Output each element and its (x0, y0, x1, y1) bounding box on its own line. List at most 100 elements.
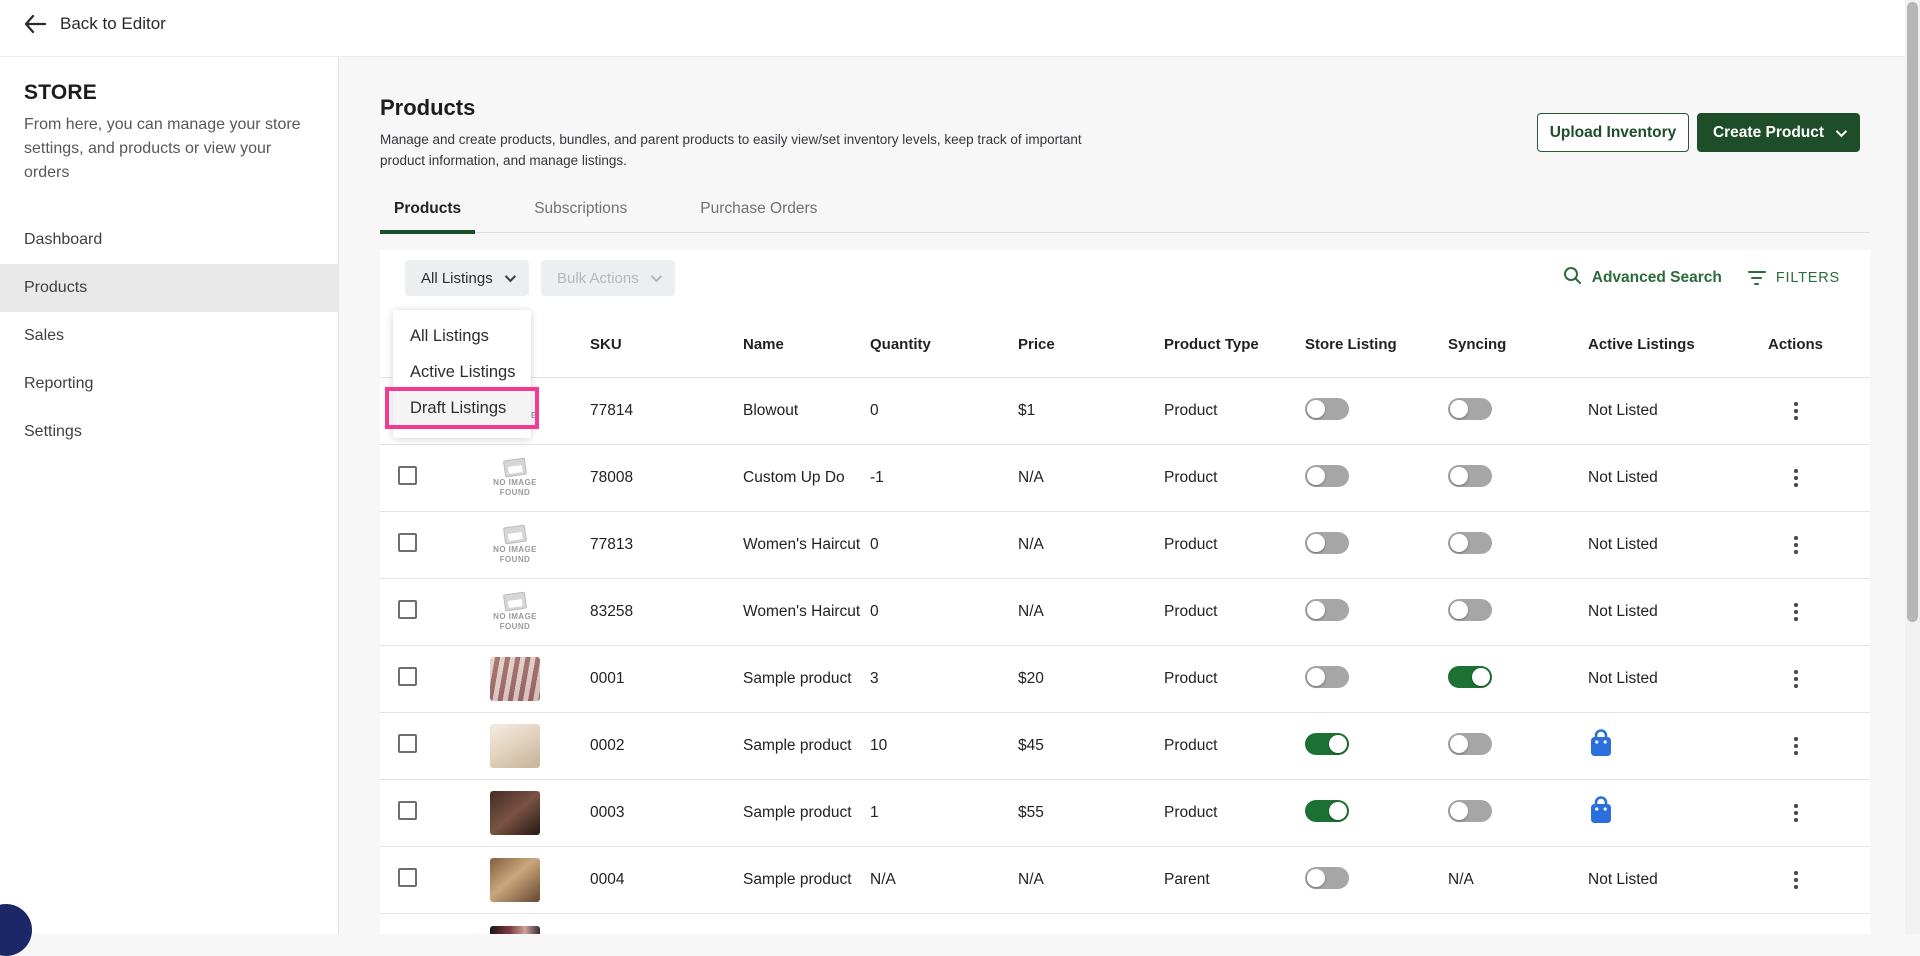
active-listings-cell: Not Listed (1588, 871, 1768, 889)
store-listing-cell (1305, 532, 1448, 559)
syncing-toggle[interactable] (1448, 465, 1492, 487)
dropdown-option-draft-listings[interactable]: Draft Listings (393, 390, 531, 426)
store-listing-cell (1305, 465, 1448, 492)
row-actions-kebab-menu[interactable] (1786, 603, 1806, 621)
sidebar-nav: DashboardProductsSalesReportingSettings (0, 216, 339, 456)
syncing-cell (1448, 532, 1588, 559)
sidebar-item-reporting[interactable]: Reporting (0, 360, 339, 408)
store-listing-toggle[interactable] (1305, 532, 1349, 554)
table-row: 0004 Sample product N/A N/A Parent N/A N… (380, 847, 1870, 914)
image-icon (503, 524, 527, 544)
row-checkbox[interactable] (398, 801, 417, 820)
price-cell: $20 (1018, 670, 1164, 688)
store-listing-toggle[interactable] (1305, 599, 1349, 621)
tab-products[interactable]: Products (380, 196, 475, 233)
sidebar: STORE From here, you can manage your sto… (0, 57, 339, 934)
filters-button[interactable]: FILTERS (1748, 270, 1840, 286)
bulk-actions-dropdown[interactable]: Bulk Actions (541, 260, 675, 296)
store-listing-toggle[interactable] (1305, 867, 1349, 889)
listings-filter-label: All Listings (421, 270, 493, 287)
row-actions-kebab-menu[interactable] (1786, 871, 1806, 889)
scrollbar-thumb[interactable] (1907, 2, 1918, 622)
syncing-toggle[interactable] (1448, 599, 1492, 621)
upload-inventory-button[interactable]: Upload Inventory (1537, 113, 1689, 152)
store-listing-toggle[interactable] (1305, 398, 1349, 420)
back-to-editor-label: Back to Editor (60, 14, 166, 34)
syncing-toggle[interactable] (1448, 733, 1492, 755)
product-thumbnail (440, 724, 590, 768)
row-actions-kebab-menu[interactable] (1786, 804, 1806, 822)
sidebar-description: From here, you can manage your store set… (24, 113, 312, 185)
price-cell: N/A (1018, 469, 1164, 487)
row-actions-kebab-menu[interactable] (1786, 670, 1806, 688)
row-checkbox[interactable] (398, 600, 417, 619)
row-checkbox[interactable] (398, 466, 417, 485)
quantity-cell: 10 (870, 737, 1018, 755)
sidebar-item-products[interactable]: Products (0, 264, 339, 312)
advanced-search-button[interactable]: Advanced Search (1563, 266, 1722, 290)
name-cell: Custom Up Do (743, 469, 870, 487)
quantity-cell: N/A (870, 871, 1018, 889)
store-listing-cell (1305, 599, 1448, 626)
sku-cell: 83258 (590, 603, 743, 621)
tab-subscriptions[interactable]: Subscriptions (520, 196, 641, 233)
syncing-toggle[interactable] (1448, 398, 1492, 420)
price-cell: N/A (1018, 536, 1164, 554)
price-cell: $45 (1018, 737, 1164, 755)
chevron-down-icon (1836, 125, 1847, 136)
window-scrollbar[interactable] (1905, 0, 1920, 934)
row-actions-kebab-menu[interactable] (1786, 469, 1806, 487)
sidebar-item-dashboard[interactable]: Dashboard (0, 216, 339, 264)
page-description: Manage and create products, bundles, and… (380, 129, 1092, 171)
row-checkbox[interactable] (398, 667, 417, 686)
quantity-cell: 3 (870, 670, 1018, 688)
quantity-cell: -1 (870, 469, 1018, 487)
active-listings-cell: Not Listed (1588, 603, 1768, 621)
active-listings-cell: Not Listed (1588, 402, 1768, 420)
dropdown-option-all-listings[interactable]: All Listings (393, 318, 531, 354)
active-listings-label: Not Listed (1588, 402, 1658, 419)
no-image-placeholder: NO IMAGE FOUND (487, 526, 543, 565)
listings-dropdown-menu: All ListingsActive ListingsDraft Listing… (393, 310, 531, 438)
store-listing-toggle[interactable] (1305, 733, 1349, 755)
quantity-cell: 0 (870, 603, 1018, 621)
sku-cell: 77813 (590, 536, 743, 554)
sidebar-item-settings[interactable]: Settings (0, 408, 339, 456)
row-actions-kebab-menu[interactable] (1786, 402, 1806, 420)
tab-purchase-orders[interactable]: Purchase Orders (686, 196, 831, 233)
dropdown-option-active-listings[interactable]: Active Listings (393, 354, 531, 390)
table-row: NO IMAGE FOUND 83258 Women's Haircut 0 N… (380, 579, 1870, 646)
products-panel: All Listings Bulk Actions Advanced Searc… (380, 250, 1870, 934)
table-row: NO IMAGE FOUND 77813 Women's Haircut 0 N… (380, 512, 1870, 579)
syncing-toggle[interactable] (1448, 800, 1492, 822)
product-photo (490, 724, 540, 768)
sidebar-item-sales[interactable]: Sales (0, 312, 339, 360)
row-checkbox[interactable] (398, 533, 417, 552)
row-actions-kebab-menu[interactable] (1786, 737, 1806, 755)
store-listing-toggle[interactable] (1305, 800, 1349, 822)
store-listing-cell (1305, 733, 1448, 760)
advanced-search-label: Advanced Search (1592, 269, 1722, 287)
syncing-cell (1448, 733, 1588, 760)
store-listing-toggle[interactable] (1305, 465, 1349, 487)
row-checkbox[interactable] (398, 868, 417, 887)
search-icon (1563, 266, 1582, 290)
active-listings-label: Not Listed (1588, 536, 1658, 553)
back-to-editor-button[interactable]: Back to Editor (24, 14, 166, 34)
create-product-button[interactable]: Create Product (1697, 113, 1860, 152)
store-listing-toggle[interactable] (1305, 666, 1349, 688)
product-thumbnail: NO IMAGE FOUND (440, 593, 590, 632)
sku-cell: 0002 (590, 737, 743, 755)
syncing-toggle[interactable] (1448, 666, 1492, 688)
name-cell: Sample product (743, 737, 870, 755)
row-checkbox[interactable] (398, 734, 417, 753)
listings-filter-dropdown[interactable]: All Listings (405, 260, 529, 296)
image-icon (503, 591, 527, 611)
table-row: 0003 Sample product 1 $55 Product (380, 780, 1870, 847)
syncing-toggle[interactable] (1448, 532, 1492, 554)
row-actions-kebab-menu[interactable] (1786, 536, 1806, 554)
column-header-sku: SKU (590, 336, 743, 353)
product-photo (490, 791, 540, 835)
filters-label: FILTERS (1776, 270, 1840, 286)
store-listing-cell (1305, 800, 1448, 827)
